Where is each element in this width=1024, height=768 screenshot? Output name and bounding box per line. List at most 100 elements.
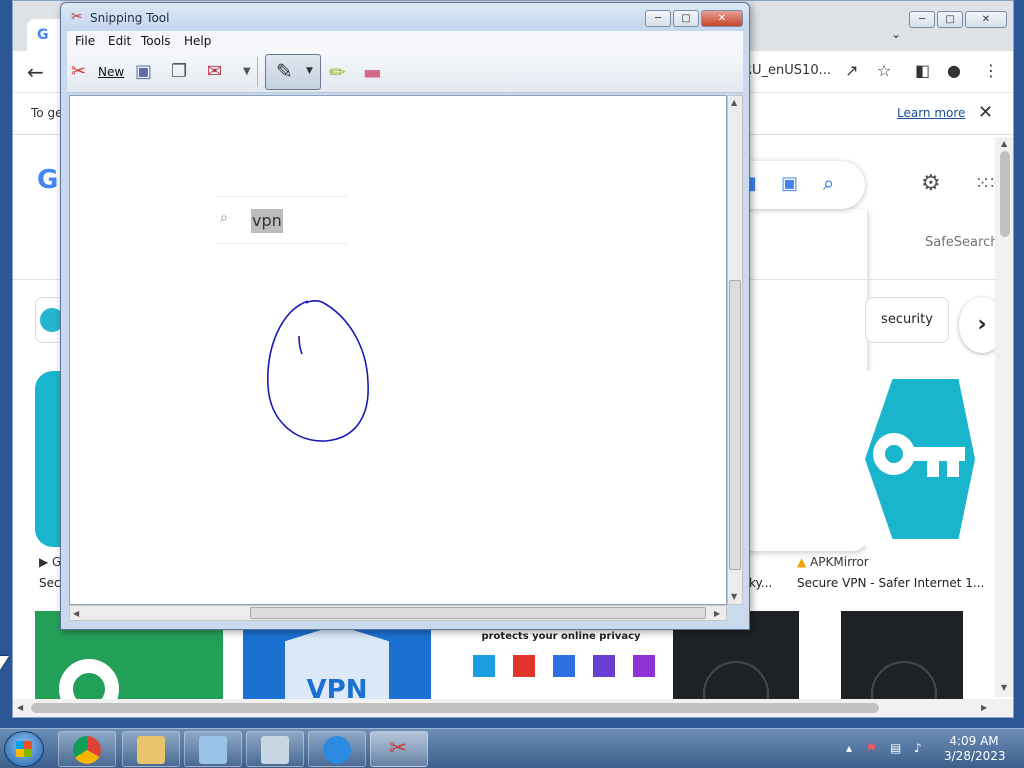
scroll-down-arrow-icon[interactable]: ▼: [1001, 683, 1007, 692]
google-logo[interactable]: G: [37, 165, 58, 195]
taskbar-keyboard[interactable]: [246, 731, 304, 767]
close-button[interactable]: ✕: [965, 11, 1007, 28]
search-bar[interactable]: ▮ ▣ ⌕: [733, 161, 865, 209]
taskbar: ✂ ▴ ⚑ ▤ ♪ 4:09 AM 3/28/2023: [0, 728, 1024, 768]
result-source: ▲ APKMirror: [797, 555, 869, 569]
scroll-left-arrow-icon[interactable]: ◀: [17, 703, 23, 712]
taskbar-security-app[interactable]: [308, 731, 366, 767]
tab-search-chevron-icon[interactable]: ⌄: [891, 27, 901, 41]
pen-dropdown-icon[interactable]: ▼: [306, 66, 313, 76]
pen-drawing: [267, 300, 369, 442]
image-result-dark-app-2[interactable]: [841, 611, 963, 699]
system-clock[interactable]: 4:09 AM 3/28/2023: [944, 734, 1006, 764]
key-tooth: [947, 457, 959, 477]
scroll-right-arrow-icon[interactable]: ▶: [981, 703, 987, 712]
pen-icon: ✎: [276, 59, 293, 83]
power-ring-shape: [871, 661, 937, 699]
close-infobar-icon[interactable]: ✕: [978, 102, 993, 123]
back-arrow-icon[interactable]: ←: [27, 60, 44, 84]
menu-bar: File Edit Tools Help: [67, 31, 743, 51]
minimize-button[interactable]: ─: [645, 10, 671, 27]
title-bar[interactable]: ✂ Snipping Tool ─ □ ✕: [61, 3, 749, 31]
scroll-right-arrow-icon[interactable]: ▶: [714, 609, 720, 618]
minimize-button[interactable]: ─: [909, 11, 935, 28]
taskbar-chrome[interactable]: [58, 731, 116, 767]
taskbar-explorer[interactable]: [122, 731, 180, 767]
eraser-icon[interactable]: ▬: [363, 59, 382, 85]
apkmirror-icon: ▲: [797, 555, 807, 569]
scissors-icon: ✂: [389, 736, 408, 761]
maximize-button[interactable]: □: [673, 10, 699, 27]
scroll-left-arrow-icon[interactable]: ◀: [73, 609, 79, 618]
privacy-title: protects your online privacy: [481, 631, 641, 642]
maximize-button[interactable]: □: [937, 11, 963, 28]
source-name: APKMirror: [810, 555, 869, 569]
save-icon[interactable]: ▣: [135, 59, 152, 85]
learn-more-link[interactable]: Learn more: [897, 106, 965, 120]
side-panel-icon[interactable]: ◧: [915, 61, 930, 80]
send-email-icon[interactable]: ✉: [207, 59, 222, 85]
vertical-scrollbar[interactable]: ▲ ▼: [995, 137, 1013, 697]
pen-tick-stroke: [298, 335, 303, 355]
safesearch-label[interactable]: SafeSearch: [925, 235, 998, 250]
pen-tool-button[interactable]: ✎ ▼: [265, 54, 321, 90]
browser-window-controls: ─ □ ✕: [909, 11, 1007, 28]
image-result-secure-vpn[interactable]: [865, 371, 975, 547]
scissors-icon: ✂: [71, 9, 83, 25]
snip-toolbar: ✂ New ▣ ❐ ✉ ▼ ✎ ▼ ✏ ▬: [67, 51, 743, 93]
volume-muted-icon[interactable]: ♪: [914, 741, 922, 755]
menu-tools[interactable]: Tools: [141, 34, 171, 48]
close-button[interactable]: ✕: [701, 10, 743, 27]
vpn-label: VPN: [306, 675, 368, 699]
scroll-up-arrow-icon[interactable]: ▲: [731, 98, 737, 107]
scroll-thumb[interactable]: [1000, 151, 1010, 237]
tower-icon: [553, 655, 575, 677]
info-bar-text: To ge: [31, 106, 63, 120]
copy-icon[interactable]: ❐: [171, 59, 187, 85]
new-button[interactable]: New: [98, 59, 124, 85]
key-ring-shape: [59, 659, 119, 699]
start-button[interactable]: [4, 731, 44, 767]
snip-canvas[interactable]: ⌕ vpn: [69, 95, 727, 605]
scroll-thumb[interactable]: [729, 280, 741, 570]
scroll-up-arrow-icon[interactable]: ▲: [1001, 139, 1007, 148]
new-snip-scissors-icon[interactable]: ✂: [71, 59, 86, 85]
horizontal-scrollbar[interactable]: ◀ ▶: [13, 699, 1013, 717]
shield-icon: [513, 655, 535, 677]
middle-result-caption[interactable]: ky...: [749, 576, 772, 590]
window-controls: ─ □ ✕: [645, 10, 743, 27]
windows-logo-icon: [16, 741, 32, 757]
pen-ellipse-stroke: [267, 300, 369, 442]
mouse-pointer-icon: [0, 656, 9, 670]
folder-icon: [137, 736, 165, 764]
address-bar-text[interactable]: RU_enUS10...: [743, 63, 831, 78]
canvas-vertical-scrollbar[interactable]: ▲ ▼: [727, 95, 743, 605]
network-icon[interactable]: ▤: [890, 741, 901, 755]
scroll-thumb[interactable]: [31, 703, 879, 713]
show-hidden-icons-icon[interactable]: ▴: [846, 741, 852, 755]
power-ring-shape: [703, 661, 769, 699]
action-center-flag-icon[interactable]: ⚑: [866, 741, 877, 755]
canvas-horizontal-scrollbar[interactable]: ◀ ▶: [69, 605, 727, 621]
result-caption[interactable]: Secure VPN - Safer Internet 1...: [797, 576, 984, 590]
taskbar-control-panel[interactable]: [184, 731, 242, 767]
key-hole: [885, 445, 903, 463]
gear-icon[interactable]: ⚙: [921, 171, 941, 196]
send-dropdown-icon[interactable]: ▼: [243, 59, 251, 85]
keyboard-icon: [261, 736, 289, 764]
search-icon[interactable]: ⌕: [823, 171, 834, 195]
share-icon[interactable]: ↗: [845, 61, 858, 80]
menu-file[interactable]: File: [75, 34, 95, 48]
scroll-thumb[interactable]: [250, 607, 706, 619]
profile-avatar-icon[interactable]: ●: [947, 61, 961, 80]
menu-edit[interactable]: Edit: [108, 34, 131, 48]
highlighter-icon[interactable]: ✏: [329, 59, 346, 85]
menu-help[interactable]: Help: [184, 34, 211, 48]
scroll-down-arrow-icon[interactable]: ▼: [731, 592, 737, 601]
camera-lens-icon[interactable]: ▣: [781, 173, 798, 194]
search-suggestion-card: [733, 209, 867, 551]
taskbar-snipping-tool[interactable]: ✂: [370, 731, 428, 767]
filter-chip-security[interactable]: security: [865, 297, 949, 343]
bookmark-star-icon[interactable]: ☆: [877, 61, 891, 80]
more-menu-icon[interactable]: ⋮: [983, 61, 999, 80]
